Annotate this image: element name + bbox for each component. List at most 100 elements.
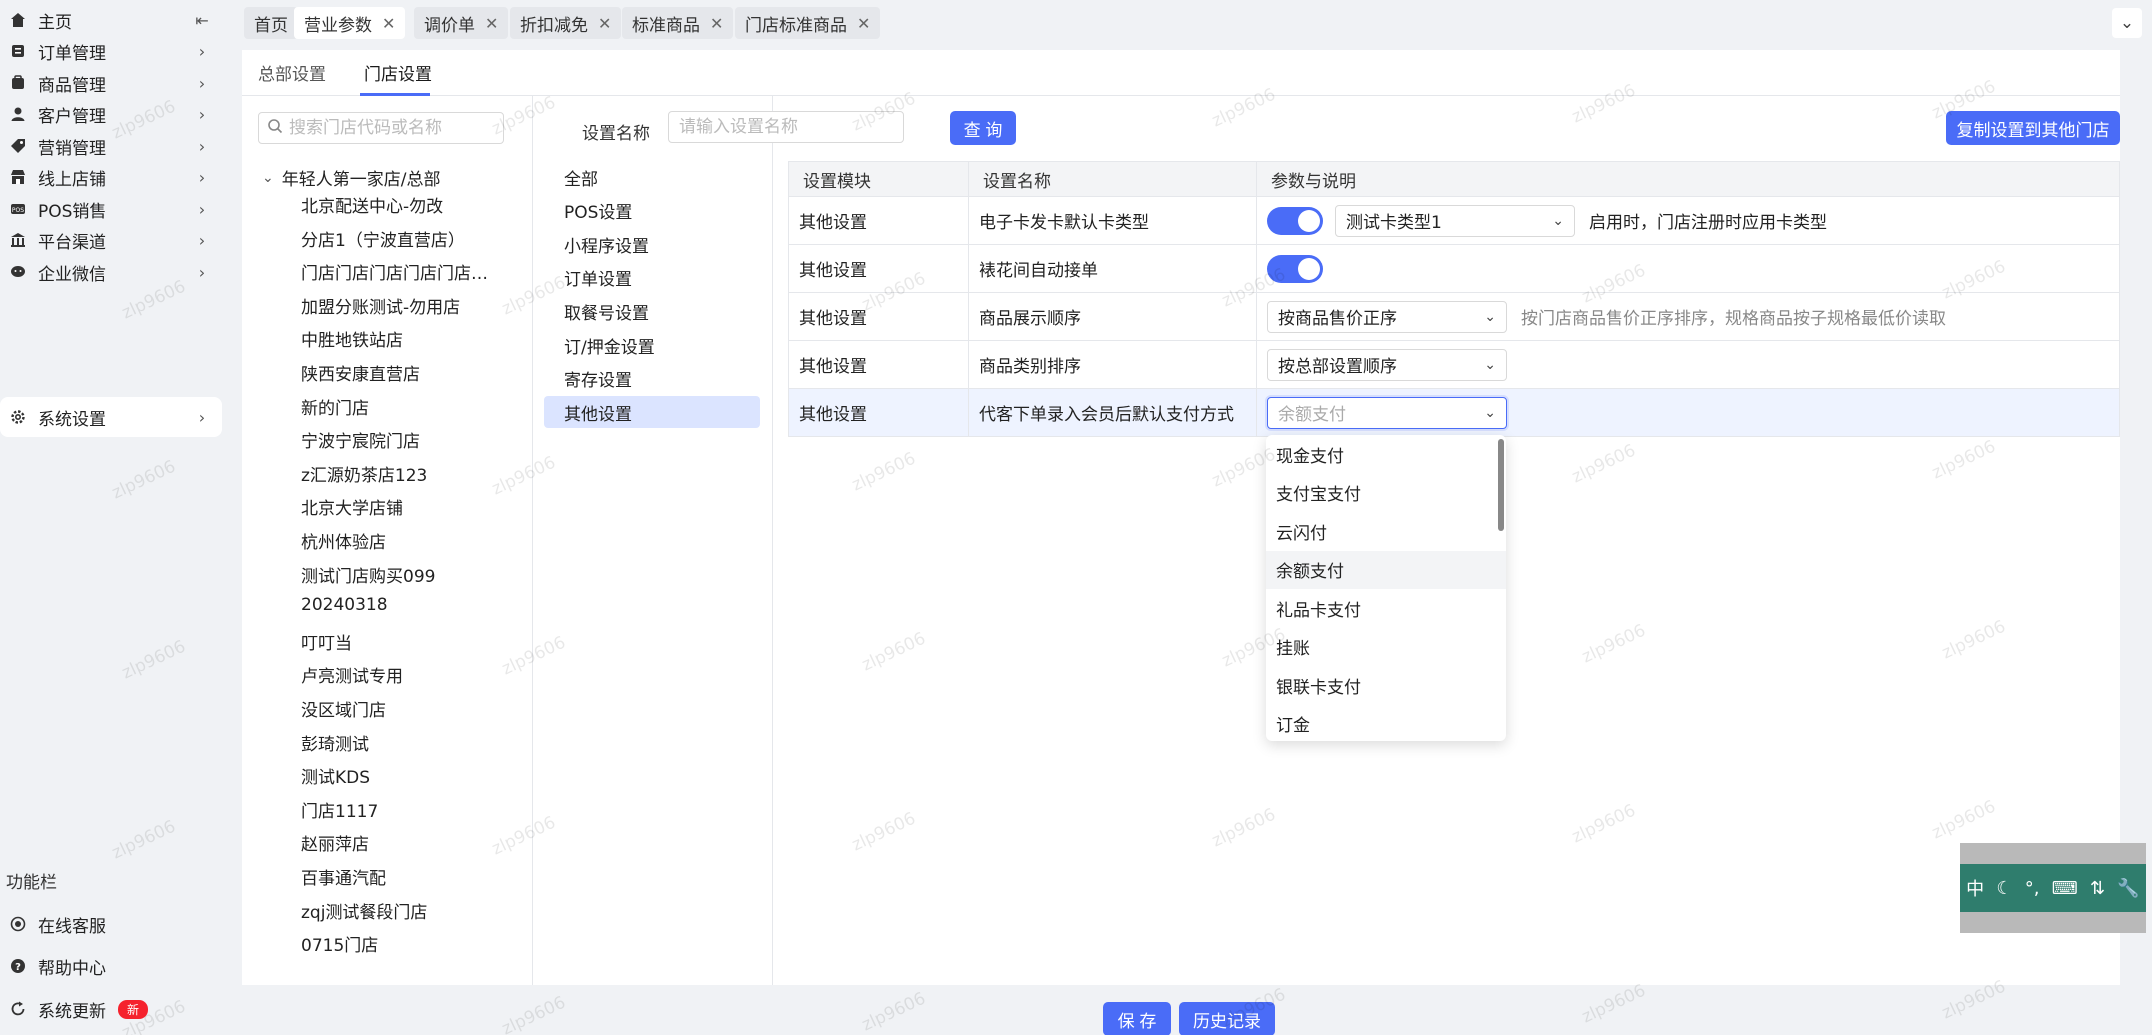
category-item[interactable]: 小程序设置 bbox=[544, 228, 760, 260]
chevron-right-icon: › bbox=[198, 199, 206, 219]
store-item[interactable]: 叮叮当 bbox=[301, 629, 501, 654]
ime-keyboard-icon[interactable]: ⌨ bbox=[2052, 878, 2078, 899]
dropdown-option[interactable]: 现金支付 bbox=[1266, 435, 1506, 474]
category-item[interactable]: POS设置 bbox=[544, 195, 760, 227]
close-icon[interactable]: ✕ bbox=[598, 14, 611, 33]
store-item[interactable]: 卢亮测试专用 bbox=[301, 662, 501, 687]
tab-label: 标准商品 bbox=[632, 15, 700, 36]
tree-root[interactable]: ⌄ 年轻人第一家店/总部 bbox=[262, 165, 440, 191]
sidebar: 主页 ⇤ 订单管理 › 商品管理 › 客户管理 › 营销管理 › 线上店铺 › bbox=[0, 0, 230, 1035]
ime-wrench-icon[interactable]: 🔧 bbox=[2117, 878, 2139, 899]
store-item[interactable]: 20240318 bbox=[301, 595, 501, 615]
active-subtab-indicator bbox=[360, 93, 430, 96]
store-item[interactable]: 赵丽萍店 bbox=[301, 830, 501, 855]
dropdown-option[interactable]: 订金 bbox=[1266, 705, 1506, 744]
store-item[interactable]: zqj测试餐段门店 bbox=[301, 898, 501, 923]
pos-icon: POS bbox=[8, 199, 28, 219]
nav-system-settings[interactable]: 系统设置 › bbox=[0, 397, 222, 437]
dropdown-option[interactable]: 挂账 bbox=[1266, 628, 1506, 667]
card-type-select[interactable]: 测试卡类型1 ⌄ bbox=[1335, 204, 1575, 237]
tab-bar: 首页 营业参数 ✕ 调价单 ✕ 折扣减免 ✕ 标准商品 ✕ 门店标准商品 ✕ ⌄ bbox=[230, 0, 2152, 48]
store-item[interactable]: 中胜地铁站店 bbox=[301, 326, 501, 351]
category-item[interactable]: 其他设置 bbox=[544, 396, 760, 429]
tab-business-params[interactable]: 营业参数 ✕ bbox=[294, 7, 406, 39]
tab-store-standard-goods[interactable]: 门店标准商品 ✕ bbox=[735, 7, 881, 39]
ime-moon-icon[interactable]: ☾ bbox=[1996, 878, 2012, 899]
dropdown-scrollbar[interactable] bbox=[1498, 439, 1504, 531]
enable-toggle[interactable] bbox=[1267, 254, 1323, 283]
store-item[interactable]: 分店1（宁波直营店） bbox=[301, 226, 501, 251]
tab-price-adjust[interactable]: 调价单 ✕ bbox=[414, 7, 509, 39]
search-icon bbox=[267, 118, 283, 139]
enable-toggle[interactable] bbox=[1267, 206, 1323, 235]
category-item[interactable]: 订/押金设置 bbox=[544, 329, 760, 361]
dropdown-option[interactable]: 礼品卡支付 bbox=[1266, 589, 1506, 628]
store-item[interactable]: 彭琦测试 bbox=[301, 730, 501, 755]
gear-icon bbox=[8, 407, 28, 427]
dropdown-option[interactable]: 云闪付 bbox=[1266, 512, 1506, 551]
store-item[interactable]: 门店门店门店门店门店门店 bbox=[301, 259, 501, 284]
table-row: 其他设置 代客下单录入会员后默认支付方式 余额支付 ⌄ bbox=[788, 389, 2120, 437]
dropdown-option[interactable]: 银联卡支付 bbox=[1266, 666, 1506, 705]
category-item[interactable]: 寄存设置 bbox=[544, 363, 760, 395]
ime-switch-icon[interactable]: ⇅ bbox=[2090, 878, 2105, 899]
chevron-down-icon[interactable]: ⌄ bbox=[262, 170, 274, 186]
close-icon[interactable]: ✕ bbox=[485, 14, 498, 33]
chevron-right-icon: › bbox=[198, 41, 206, 61]
ime-punctuation-icon[interactable]: °, bbox=[2025, 878, 2040, 899]
store-item[interactable]: 测试KDS bbox=[301, 763, 501, 788]
default-payment-select[interactable]: 余额支付 ⌄ bbox=[1267, 396, 1507, 429]
tab-discount[interactable]: 折扣减免 ✕ bbox=[510, 7, 622, 39]
store-search[interactable] bbox=[258, 112, 504, 144]
nav-label: POS销售 bbox=[38, 201, 107, 222]
subtab-store-settings[interactable]: 门店设置 bbox=[364, 60, 432, 85]
store-item[interactable]: 北京大学店铺 bbox=[301, 494, 501, 519]
store-item[interactable]: 北京配送中心-勿改 bbox=[301, 192, 501, 217]
close-icon[interactable]: ✕ bbox=[857, 14, 870, 33]
category-item[interactable]: 全部 bbox=[544, 161, 760, 193]
nav-label: 企业微信 bbox=[38, 264, 106, 285]
nav-online-service[interactable]: 在线客服 bbox=[0, 904, 222, 944]
copy-settings-button[interactable]: 复制设置到其他门店 bbox=[1946, 111, 2120, 145]
nav-wecom[interactable]: 企业微信 › bbox=[0, 252, 222, 292]
close-icon[interactable]: ✕ bbox=[382, 14, 395, 33]
nav-label: 订单管理 bbox=[38, 43, 106, 64]
chevron-right-icon: › bbox=[198, 167, 206, 187]
store-item[interactable]: 0715门店 bbox=[301, 931, 501, 956]
ime-chinese-mode[interactable]: 中 bbox=[1966, 875, 1984, 901]
tabs-more-button[interactable]: ⌄ bbox=[2112, 8, 2142, 38]
subtab-hq-settings[interactable]: 总部设置 bbox=[258, 60, 326, 85]
store-item[interactable]: 门店1117 bbox=[301, 797, 501, 822]
cell-params bbox=[1257, 245, 2119, 292]
display-order-select[interactable]: 按商品售价正序 ⌄ bbox=[1267, 300, 1507, 333]
history-button[interactable]: 历史记录 bbox=[1179, 1002, 1275, 1035]
tab-standard-goods[interactable]: 标准商品 ✕ bbox=[622, 7, 734, 39]
store-item[interactable]: 百事通汽配 bbox=[301, 864, 501, 889]
category-item[interactable]: 订单设置 bbox=[544, 262, 760, 294]
dropdown-option[interactable]: 支付宝支付 bbox=[1266, 474, 1506, 513]
goods-icon bbox=[8, 73, 28, 93]
store-item[interactable]: z汇源奶茶店123 bbox=[301, 461, 501, 486]
category-order-select[interactable]: 按总部设置顺序 ⌄ bbox=[1267, 348, 1507, 381]
chevron-down-icon: ⌄ bbox=[1484, 404, 1496, 421]
store-item[interactable]: 没区域门店 bbox=[301, 696, 501, 721]
setting-name-input[interactable] bbox=[668, 111, 904, 143]
category-item[interactable]: 取餐号设置 bbox=[544, 295, 760, 327]
store-item[interactable]: 宁波宁宸院门店 bbox=[301, 427, 501, 452]
nav-system-update[interactable]: 系统更新 新 bbox=[0, 989, 222, 1029]
query-button[interactable]: 查 询 bbox=[950, 111, 1016, 145]
cell-name: 商品展示顺序 bbox=[969, 293, 1257, 340]
collapse-sidebar-icon[interactable]: ⇤ bbox=[192, 11, 212, 30]
store-item[interactable]: 新的门店 bbox=[301, 394, 501, 419]
tab-home[interactable]: 首页 bbox=[244, 7, 298, 39]
store-search-input[interactable] bbox=[289, 118, 489, 138]
nav-help-center[interactable]: ? 帮助中心 bbox=[0, 946, 222, 986]
store-item[interactable]: 测试门店购买099 bbox=[301, 562, 501, 587]
nav-label: 商品管理 bbox=[38, 75, 106, 96]
store-item[interactable]: 陕西安康直营店 bbox=[301, 360, 501, 385]
dropdown-option[interactable]: 余额支付 bbox=[1266, 550, 1506, 589]
store-item[interactable]: 加盟分账测试-勿用店 bbox=[301, 293, 501, 318]
close-icon[interactable]: ✕ bbox=[710, 14, 723, 33]
store-item[interactable]: 杭州体验店 bbox=[301, 528, 501, 553]
save-button[interactable]: 保 存 bbox=[1103, 1002, 1171, 1035]
